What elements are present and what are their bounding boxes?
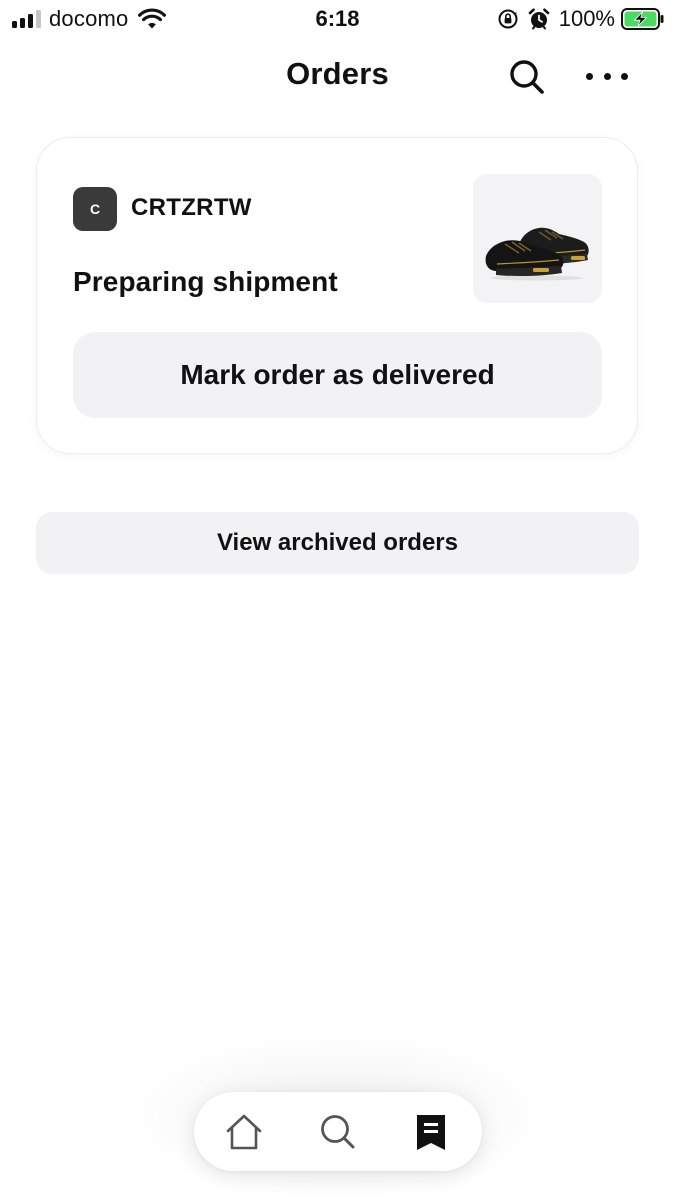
status-right: 100%: [497, 5, 665, 33]
more-dot-icon: [621, 72, 628, 80]
battery-percent: 100%: [558, 6, 615, 31]
product-thumbnail[interactable]: [473, 174, 602, 303]
order-status: Preparing shipment: [73, 266, 338, 297]
status-bar: docomo 6:18 100%: [0, 0, 675, 40]
more-dot-icon: [586, 72, 593, 80]
page-title: Orders: [286, 56, 389, 91]
alarm-icon: [528, 8, 550, 30]
search-icon: [321, 1115, 355, 1149]
view-archived-orders-button[interactable]: View archived orders: [36, 512, 639, 574]
orders-screen: docomo 6:18 100% Orders C CRTZRTW Prepar…: [0, 0, 675, 1200]
more-dot-icon: [603, 72, 611, 80]
bottom-nav: [194, 1092, 482, 1171]
home-icon: [226, 1114, 262, 1150]
mark-delivered-button[interactable]: Mark order as delivered: [73, 332, 602, 418]
seller-name: CRTZRTW: [131, 194, 252, 221]
rotation-lock-icon: [498, 9, 518, 29]
battery-charging-icon: [621, 8, 664, 30]
sneaker-image: [485, 227, 589, 281]
search-button[interactable]: [508, 58, 546, 96]
seller-avatar: C: [73, 187, 117, 231]
search-icon: [510, 60, 544, 94]
nav-search[interactable]: [318, 1112, 358, 1152]
nav-orders[interactable]: [411, 1112, 451, 1152]
order-card[interactable]: C CRTZRTW Preparing shipment Mark order …: [36, 137, 638, 454]
top-header: Orders: [0, 48, 675, 104]
nav-home[interactable]: [224, 1112, 264, 1152]
more-options-button[interactable]: [586, 63, 628, 89]
receipt-icon: [417, 1115, 445, 1150]
